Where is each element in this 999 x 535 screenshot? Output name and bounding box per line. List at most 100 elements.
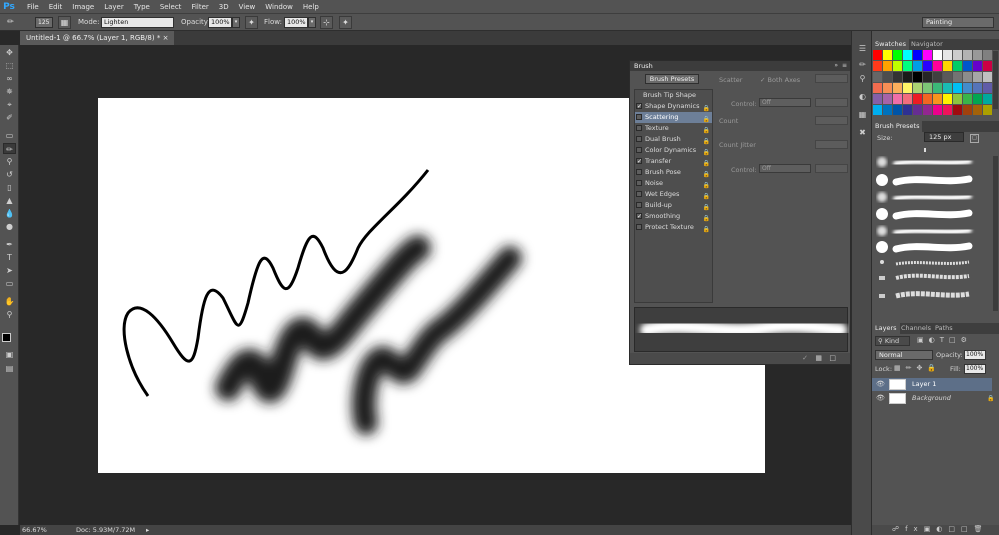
layer-filter-icons[interactable]: ▣◐T□⚙ [917,336,972,344]
layer-name[interactable]: Background [912,392,951,405]
clone-stamp-tool-icon[interactable]: ⚲ [3,156,16,167]
lock-icon[interactable]: 🔒 [703,224,710,235]
pen-tool-icon[interactable]: ✒ [3,239,16,250]
tab-paths[interactable]: Paths [932,323,956,334]
flow-dropdown-button[interactable]: ▾ [308,17,316,28]
color-swatch[interactable] [963,105,972,115]
path-selection-tool-icon[interactable]: ➤ [3,265,16,276]
color-swatch[interactable] [883,83,892,93]
brush-presets-button[interactable]: Brush Presets [645,74,699,84]
color-swatch[interactable] [943,72,952,82]
setting-checkbox[interactable]: ✓ [636,158,642,165]
fill-input[interactable]: 100% [964,364,986,374]
color-swatch[interactable] [873,83,882,93]
color-swatch[interactable] [953,50,962,60]
color-swatch[interactable] [953,72,962,82]
color-swatch[interactable] [973,83,982,93]
setting-checkbox[interactable] [636,180,642,186]
color-swatch[interactable] [963,50,972,60]
brush-setting-item[interactable]: Wet Edges 🔒 [635,189,712,200]
color-swatch[interactable] [943,105,952,115]
setting-checkbox[interactable] [636,202,642,208]
quick-mask-icon[interactable]: ▣ [3,349,16,360]
menu-window[interactable]: Window [260,0,298,14]
color-swatch[interactable] [933,94,942,104]
tab-brush-presets[interactable]: Brush Presets [872,121,923,132]
opacity-input[interactable]: 100% [208,17,232,28]
color-swatch[interactable] [903,72,912,82]
setting-checkbox[interactable] [636,147,642,153]
tab-channels[interactable]: Channels [898,323,934,334]
count-value-field[interactable] [815,116,848,125]
brush-setting-item[interactable]: Texture 🔒 [635,123,712,134]
clone-source-panel-icon[interactable]: ⚲ [856,73,869,85]
brush-setting-item[interactable]: Dual Brush 🔒 [635,134,712,145]
color-swatch[interactable] [943,61,952,71]
menu-image[interactable]: Image [67,0,99,14]
history-panel-icon[interactable]: ☰ [856,43,869,55]
layer-opacity-input[interactable]: 100% [964,350,986,360]
brush-setting-item[interactable]: Noise 🔒 [635,178,712,189]
tools-preset-panel-icon[interactable]: ✖ [856,127,869,139]
control2-select[interactable]: Off [759,164,811,173]
screen-mode-icon[interactable]: ▤ [3,363,16,374]
menu-type[interactable]: Type [129,0,155,14]
hand-tool-icon[interactable]: ✋ [3,296,16,307]
layer-filter-select[interactable]: ⚲ Kind [875,336,910,346]
color-swatch[interactable] [913,50,922,60]
mode-select[interactable]: Lighten [101,17,174,28]
marquee-tool-icon[interactable]: ⬚ [3,60,16,71]
color-swatch[interactable] [913,72,922,82]
color-swatch[interactable] [873,50,882,60]
setting-checkbox[interactable]: ✓ [636,213,642,220]
color-swatch[interactable] [933,50,942,60]
color-swatch[interactable] [893,50,902,60]
layer-row-background[interactable]: 👁 Background 🔒 [872,392,994,405]
layers-footer-icons[interactable]: ☍fx▣◐□□🗑 [872,525,999,535]
collapse-panel-icon[interactable]: » [834,62,838,69]
history-brush-tool-icon[interactable]: ↺ [3,169,16,180]
setting-checkbox[interactable] [636,114,642,120]
color-swatch[interactable] [973,94,982,104]
color-swatch[interactable] [873,94,882,104]
close-tab-icon[interactable]: × [163,34,169,42]
color-swatch[interactable] [913,61,922,71]
foreground-color-swatch[interactable] [2,333,11,342]
color-swatch[interactable] [953,83,962,93]
color-swatch[interactable] [903,83,912,93]
color-swatch[interactable] [883,72,892,82]
color-swatch[interactable] [933,105,942,115]
menu-layer[interactable]: Layer [99,0,129,14]
color-swatch[interactable] [953,61,962,71]
color-swatch[interactable] [883,94,892,104]
color-swatch[interactable] [983,50,992,60]
color-swatch[interactable] [893,94,902,104]
eraser-tool-icon[interactable]: ▯ [3,182,16,193]
swatches-scrollbar[interactable] [993,51,998,109]
tab-layers[interactable]: Layers [872,323,900,334]
color-swatch[interactable] [973,61,982,71]
color-swatch[interactable] [923,50,932,60]
tab-navigator[interactable]: Navigator [908,39,946,50]
color-swatch[interactable] [883,61,892,71]
layer-name[interactable]: Layer 1 [912,378,936,391]
move-tool-icon[interactable]: ✥ [3,47,16,58]
color-swatch[interactable] [963,61,972,71]
color-swatch[interactable] [963,94,972,104]
menu-select[interactable]: Select [155,0,187,14]
color-swatch[interactable] [973,72,982,82]
brush-panel-icon[interactable]: ✏ [856,59,869,71]
color-swatch[interactable] [983,72,992,82]
color-swatch[interactable] [933,61,942,71]
brush-panel-toggle-icon[interactable]: ▦ [58,16,71,29]
brush-setting-item[interactable]: Build-up 🔒 [635,200,712,211]
type-tool-icon[interactable]: T [3,252,16,263]
color-swatch[interactable] [973,50,982,60]
healing-brush-tool-icon[interactable]: ▭ [3,130,16,141]
color-swatch[interactable] [953,94,962,104]
brush-setting-item[interactable]: Protect Texture 🔒 [635,222,712,233]
brush-setting-item[interactable]: Brush Pose 🔒 [635,167,712,178]
setting-checkbox[interactable]: ✓ [636,103,642,110]
color-swatch[interactable] [923,83,932,93]
grid-icon[interactable]: ▦ [815,354,822,362]
